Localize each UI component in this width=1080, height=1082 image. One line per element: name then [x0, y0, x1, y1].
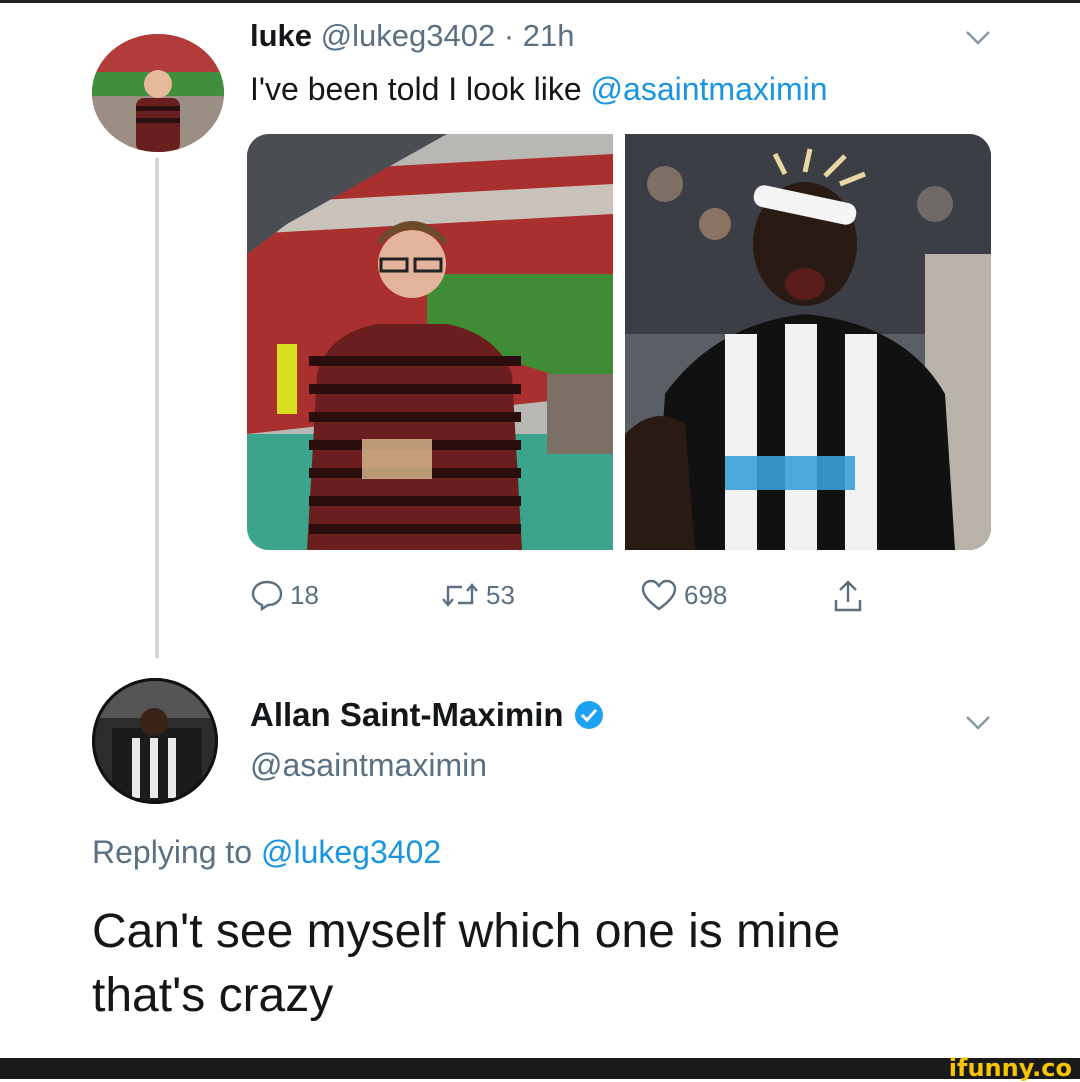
like-count: 698	[684, 579, 728, 610]
ifunny-watermark: ifunny.co	[948, 1054, 1072, 1082]
reply-author-name[interactable]: Allan Saint-Maximin	[250, 694, 564, 736]
reply-text-line-1: Can't see myself which one is mine	[92, 905, 841, 958]
replying-to-label: Replying to	[92, 834, 261, 870]
share-icon	[834, 580, 862, 612]
tweet-mention-link[interactable]: @asaintmaximin	[591, 71, 828, 107]
chevron-down-icon[interactable]	[965, 715, 991, 731]
tweet-time[interactable]: 21h	[523, 18, 575, 53]
watermark-bar	[0, 1058, 1080, 1079]
replying-to: Replying to @lukeg3402	[92, 830, 441, 874]
retweet-count: 53	[486, 579, 515, 610]
media-photo-player[interactable]	[625, 134, 991, 550]
like-icon	[641, 579, 677, 611]
tweet-media[interactable]	[247, 134, 991, 550]
reply-icon	[251, 580, 283, 612]
thread-connector-line	[155, 158, 159, 658]
author-name[interactable]: luke	[250, 18, 312, 53]
replying-to-mention[interactable]: @lukeg3402	[261, 834, 441, 870]
verified-badge-icon	[574, 701, 603, 729]
tweet-text: I've been told I look like @asaintmaximi…	[250, 68, 828, 110]
like-action[interactable]: 698	[640, 578, 727, 612]
meta-separator: ·	[503, 18, 515, 53]
reply-author-row: Allan Saint-Maximin	[250, 694, 604, 736]
media-photo-fan[interactable]	[247, 134, 613, 550]
avatar-luke[interactable]	[92, 34, 224, 152]
reply-text: Can't see myself which one is mine that'…	[92, 900, 992, 1028]
reply-action[interactable]: 18	[250, 578, 319, 612]
chevron-down-icon[interactable]	[965, 30, 991, 46]
reply-author-handle[interactable]: @asaintmaximin	[250, 744, 487, 786]
top-border	[0, 0, 1080, 3]
reply-count: 18	[290, 579, 319, 610]
tweet-text-body: I've been told I look like	[250, 71, 591, 107]
avatar-allan-saint-maximin[interactable]	[92, 678, 218, 804]
tweet-header: luke @lukeg3402 · 21h	[250, 16, 575, 56]
retweet-action[interactable]: 53	[440, 578, 515, 612]
reply-text-line-2: that's crazy	[92, 969, 334, 1022]
retweet-icon	[442, 583, 478, 607]
media-gap	[613, 134, 625, 550]
share-action[interactable]	[832, 578, 864, 614]
author-handle[interactable]: @lukeg3402	[321, 18, 496, 53]
